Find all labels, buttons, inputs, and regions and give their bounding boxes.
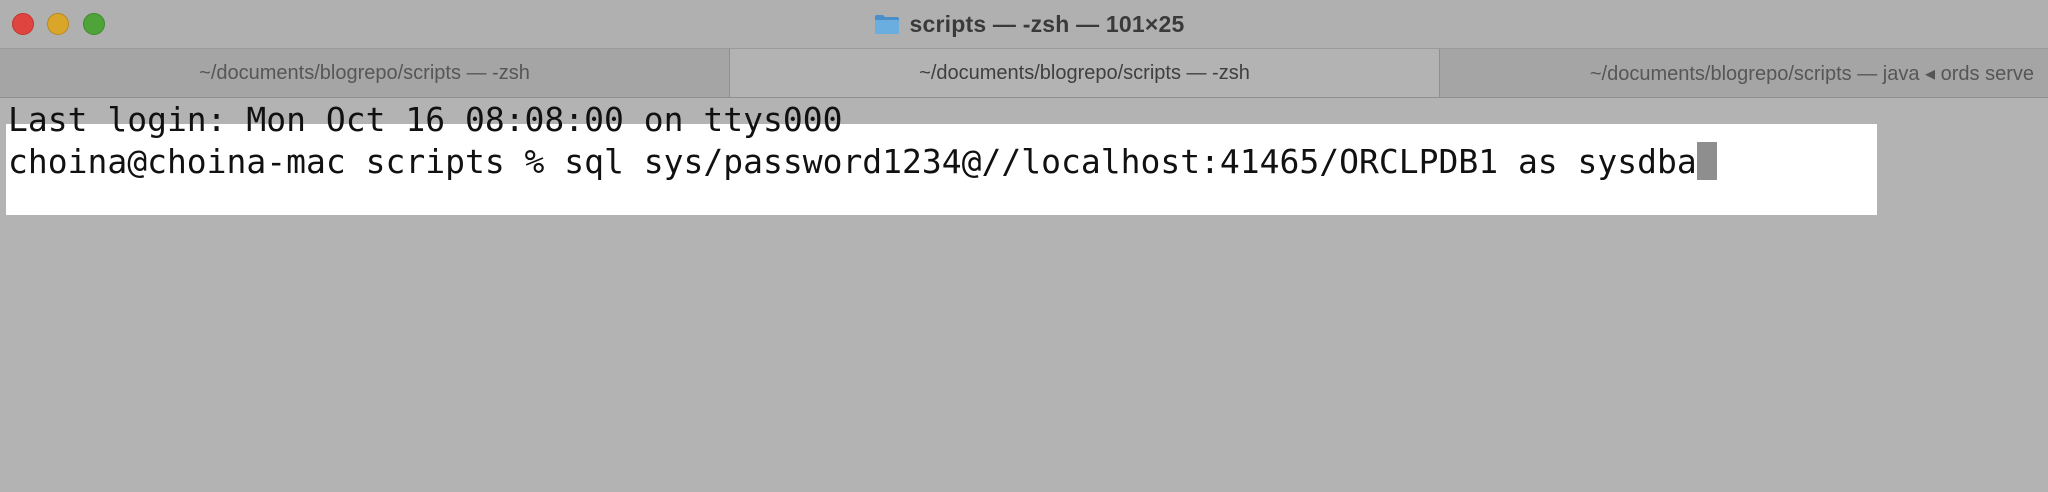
terminal-window: scripts — -zsh — 101×25 ~/documents/blog… [0,0,2048,492]
command-line[interactable]: choina@choina-mac scripts % sql sys/pass… [8,142,1717,181]
title-bar[interactable]: scripts — -zsh — 101×25 [0,0,2048,48]
tab-zsh-2-active[interactable]: ~/documents/blogrepo/scripts — -zsh [730,49,1440,97]
folder-icon [874,13,900,35]
window-title-group: scripts — -zsh — 101×25 [0,0,2048,48]
text-cursor [1696,142,1717,180]
window-title: scripts — -zsh — 101×25 [909,10,1185,37]
tab-bar: ~/documents/blogrepo/scripts — -zsh ~/do… [0,48,2048,98]
tab-zsh-1[interactable]: ~/documents/blogrepo/scripts — -zsh [0,49,730,97]
last-login-line: Last login: Mon Oct 16 08:08:00 on ttys0… [8,100,843,139]
terminal-output[interactable]: Last login: Mon Oct 16 08:08:00 on ttys0… [0,98,2048,492]
tab-java-ords-serve[interactable]: ~/documents/blogrepo/scripts — java ◂ or… [1440,49,2048,97]
prompt-command-text: choina@choina-mac scripts % sql sys/pass… [8,142,1697,181]
